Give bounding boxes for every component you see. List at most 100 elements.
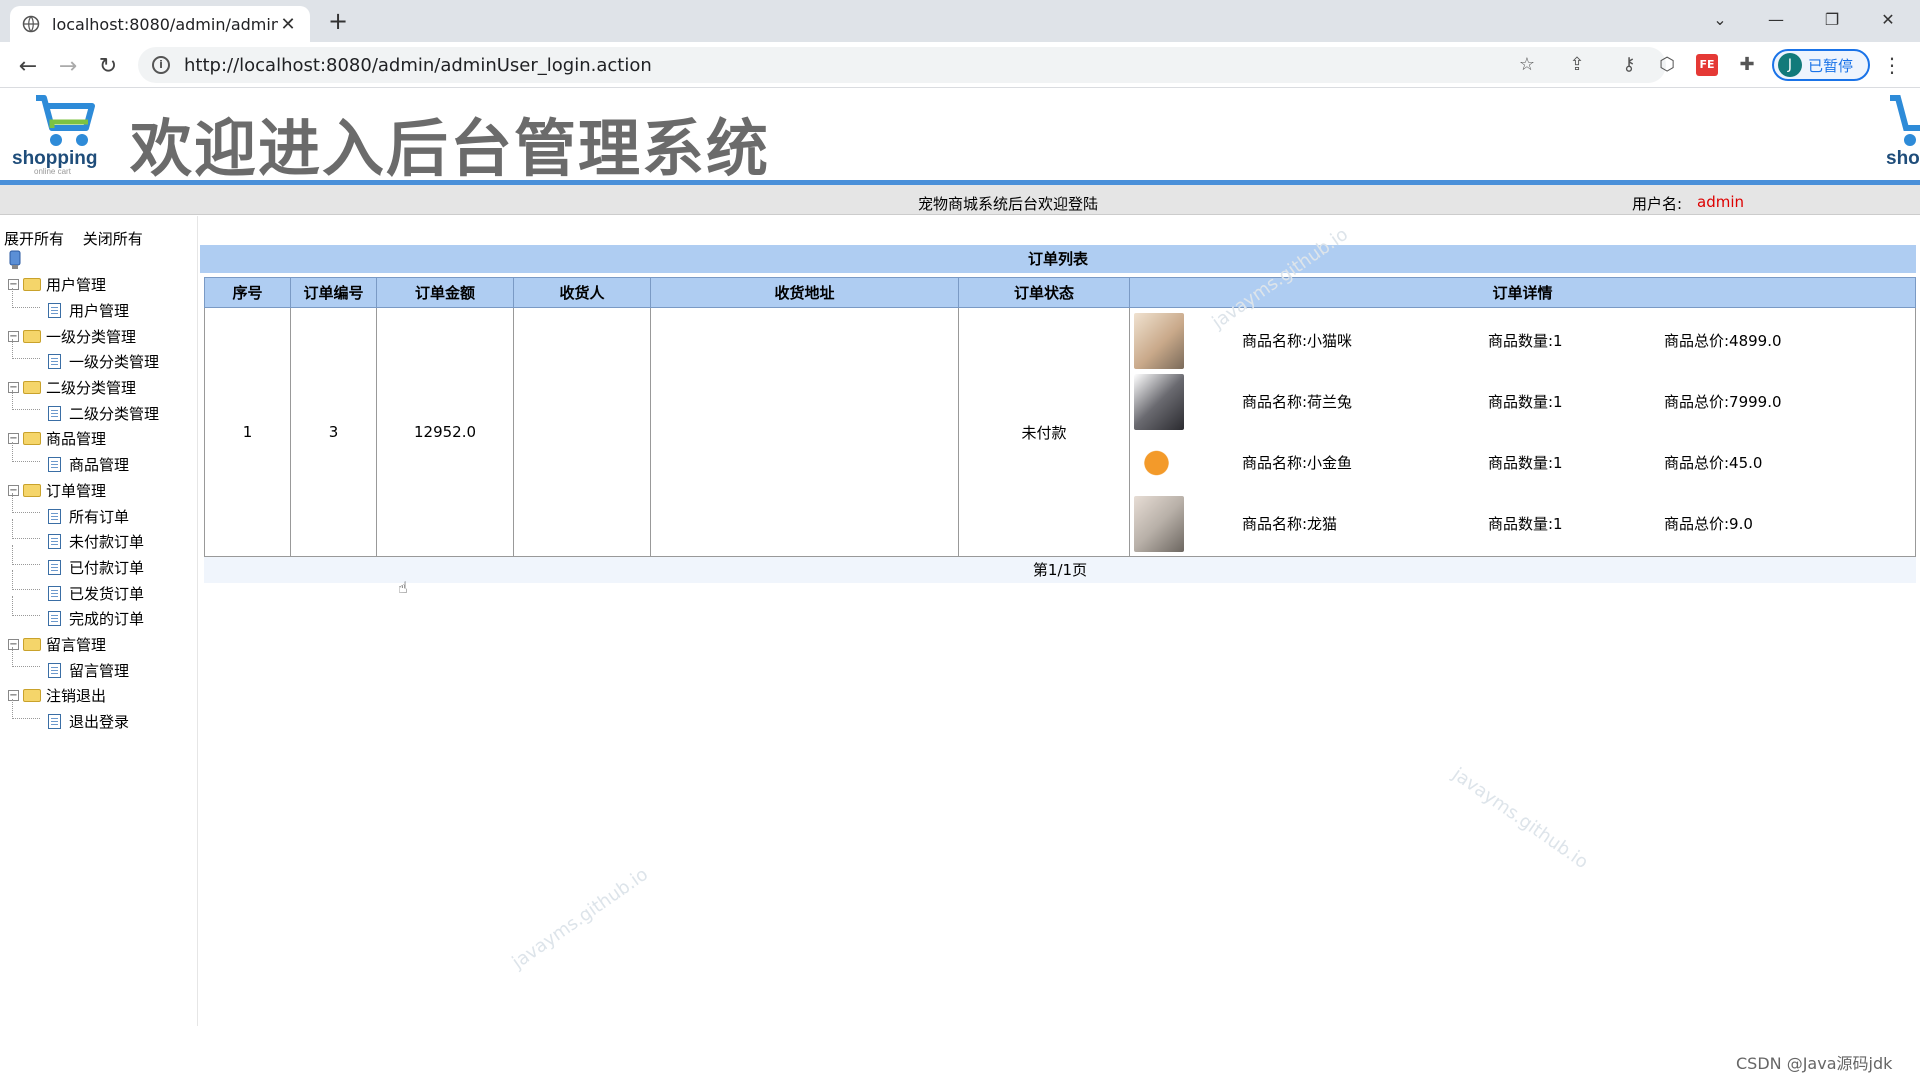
tree-item-label[interactable]: 所有订单: [69, 506, 129, 527]
key-icon[interactable]: ⚷: [1618, 54, 1640, 76]
item-total: 商品总价:9.0: [1664, 515, 1753, 533]
order-item: 商品名称:荷兰兔 商品数量:1 商品总价:7999.0: [1130, 371, 1915, 432]
tree-item[interactable]: 留言管理: [8, 647, 159, 683]
table-header-row: 序号 订单编号 订单金额 收货人 收货地址 订单状态 订单详情: [204, 277, 1916, 308]
order-list-title: 订单列表: [200, 245, 1916, 273]
page-icon: [48, 303, 61, 319]
tree-connector: [12, 339, 40, 360]
shopping-logo-right: sho: [1880, 92, 1920, 176]
bookmark-star-icon[interactable]: ☆: [1516, 54, 1538, 76]
tree-item-label[interactable]: 已发货订单: [69, 583, 144, 604]
tree-folder-label: 商品管理: [46, 430, 107, 449]
orders-table: 序号 订单编号 订单金额 收货人 收货地址 订单状态 订单详情 1 3 1295…: [204, 277, 1916, 557]
item-total: 商品总价:7999.0: [1664, 393, 1782, 411]
address-bar[interactable]: i http://localhost:8080/admin/adminUser_…: [138, 47, 1666, 83]
watermark: javayms.github.io: [1448, 763, 1592, 874]
tree-item[interactable]: 一级分类管理: [8, 339, 159, 375]
collapse-all-link[interactable]: 关闭所有: [83, 230, 143, 248]
nav-tree: − 用户管理 用户管理 − 一级分类管理 一级分类管理 − 二级分类管理 二级分类管理 − 商品管理…: [8, 272, 159, 734]
tree-item-label[interactable]: 已付款订单: [69, 557, 144, 578]
expand-all-link[interactable]: 展开所有: [4, 230, 64, 248]
page-icon: [48, 585, 61, 601]
tree-item-label[interactable]: 未付款订单: [69, 531, 144, 552]
info-bar: 宠物商城系统后台欢迎登陆 用户名: admin: [0, 185, 1920, 215]
product-thumbnail[interactable]: [1134, 373, 1184, 430]
tree-folder-label: 留言管理: [46, 635, 107, 654]
extension-hex-icon[interactable]: ⬡: [1656, 54, 1678, 76]
minimize-icon[interactable]: —: [1748, 0, 1804, 38]
cart-icon: shopping online cart: [12, 95, 97, 176]
cell-address: [650, 307, 959, 557]
tree-folder-label: 二级分类管理: [46, 379, 137, 398]
fe-extension-icon[interactable]: FE: [1696, 54, 1718, 76]
product-thumbnail[interactable]: [1134, 495, 1184, 552]
page: shopping online cart 欢迎进入后台管理系统 sho 宠物商城…: [0, 88, 1920, 1080]
tree-connector: [12, 493, 40, 514]
hand-cursor-icon: ☝: [398, 578, 408, 597]
browser-tabbar: localhost:8080/admin/adminU ✕ + ⌄ — ❐ ✕: [0, 0, 1920, 42]
page-title: 欢迎进入后台管理系统: [130, 112, 771, 185]
item-name: 商品名称:荷兰兔: [1242, 393, 1353, 411]
restore-icon[interactable]: ❐: [1804, 0, 1860, 38]
back-icon[interactable]: ←: [12, 50, 44, 82]
window-close-icon[interactable]: ✕: [1860, 0, 1916, 38]
col-receiver: 收货人: [513, 277, 651, 308]
tree-item[interactable]: 完成的订单: [8, 595, 159, 632]
item-name: 商品名称:龙猫: [1242, 515, 1338, 533]
tree-item-label[interactable]: 用户管理: [69, 300, 129, 321]
page-icon: [48, 534, 61, 550]
globe-icon: [22, 15, 40, 33]
tree-item[interactable]: 二级分类管理: [8, 390, 159, 426]
tree-folder-label: 用户管理: [46, 276, 107, 295]
sidebar: 展开所有 关闭所有 − 用户管理 用户管理 − 一级分类管理 一级分类管理 − 二级分类管理二…: [0, 216, 198, 1026]
tree-item[interactable]: 商品管理: [8, 441, 159, 478]
tab-search-icon[interactable]: ⌄: [1692, 0, 1748, 38]
profile-button[interactable]: J 已暂停: [1772, 49, 1870, 81]
tree-folder-label: 一级分类管理: [46, 327, 137, 346]
forward-icon[interactable]: →: [52, 50, 84, 82]
tree-connector: [12, 570, 40, 591]
puzzle-icon[interactable]: ✚: [1736, 54, 1758, 76]
page-icon: [48, 405, 61, 421]
logo-text: shopping: [12, 148, 97, 169]
browser-toolbar: ← → ↻ i http://localhost:8080/admin/admi…: [0, 42, 1920, 88]
tree-item-label[interactable]: 商品管理: [69, 454, 129, 475]
order-item: 商品名称:小金鱼 商品数量:1 商品总价:45.0: [1130, 432, 1915, 493]
tree-connector: [12, 441, 40, 462]
tree-item-label[interactable]: 一级分类管理: [69, 351, 159, 372]
tree-connector: [12, 390, 40, 411]
cell-amount: 12952.0: [376, 307, 514, 557]
col-status: 订单状态: [958, 277, 1130, 308]
page-icon: [48, 559, 61, 575]
share-icon[interactable]: ⇪: [1566, 54, 1588, 76]
tree-item[interactable]: 退出登录: [8, 698, 159, 735]
tree-item[interactable]: 用户管理: [8, 287, 159, 324]
tree-connector: [12, 595, 40, 616]
cell-status: 未付款: [958, 307, 1130, 557]
username-label: 用户名:: [1632, 195, 1683, 213]
tree-item-label[interactable]: 退出登录: [69, 711, 129, 732]
reload-icon[interactable]: ↻: [92, 50, 124, 82]
tree-connector: [12, 518, 40, 539]
item-qty: 商品数量:1: [1488, 515, 1563, 533]
item-qty: 商品数量:1: [1488, 393, 1563, 411]
tree-item-label[interactable]: 完成的订单: [69, 608, 144, 629]
item-total: 商品总价:45.0: [1664, 454, 1763, 472]
cell-order-no: 3: [290, 307, 377, 557]
tree-item-label[interactable]: 留言管理: [69, 660, 129, 681]
product-thumbnail[interactable]: [1134, 312, 1184, 369]
product-thumbnail[interactable]: [1134, 434, 1184, 491]
browser-menu-icon[interactable]: ⋮: [1880, 52, 1904, 78]
tree-connector: [12, 647, 40, 668]
browser-tab[interactable]: localhost:8080/admin/adminU ✕: [10, 6, 310, 42]
page-icon: [48, 611, 61, 627]
tab-close-icon[interactable]: ✕: [278, 14, 298, 35]
order-item: 商品名称:龙猫 商品数量:1 商品总价:9.0: [1130, 493, 1915, 554]
cart-icon-right: sho: [1886, 95, 1920, 169]
page-icon: [48, 714, 61, 730]
new-tab-button[interactable]: +: [324, 8, 352, 36]
site-info-icon[interactable]: i: [152, 56, 170, 74]
watermark: javayms.github.io: [508, 863, 652, 974]
tree-item-label[interactable]: 二级分类管理: [69, 403, 159, 424]
tree-connector: [12, 544, 40, 565]
